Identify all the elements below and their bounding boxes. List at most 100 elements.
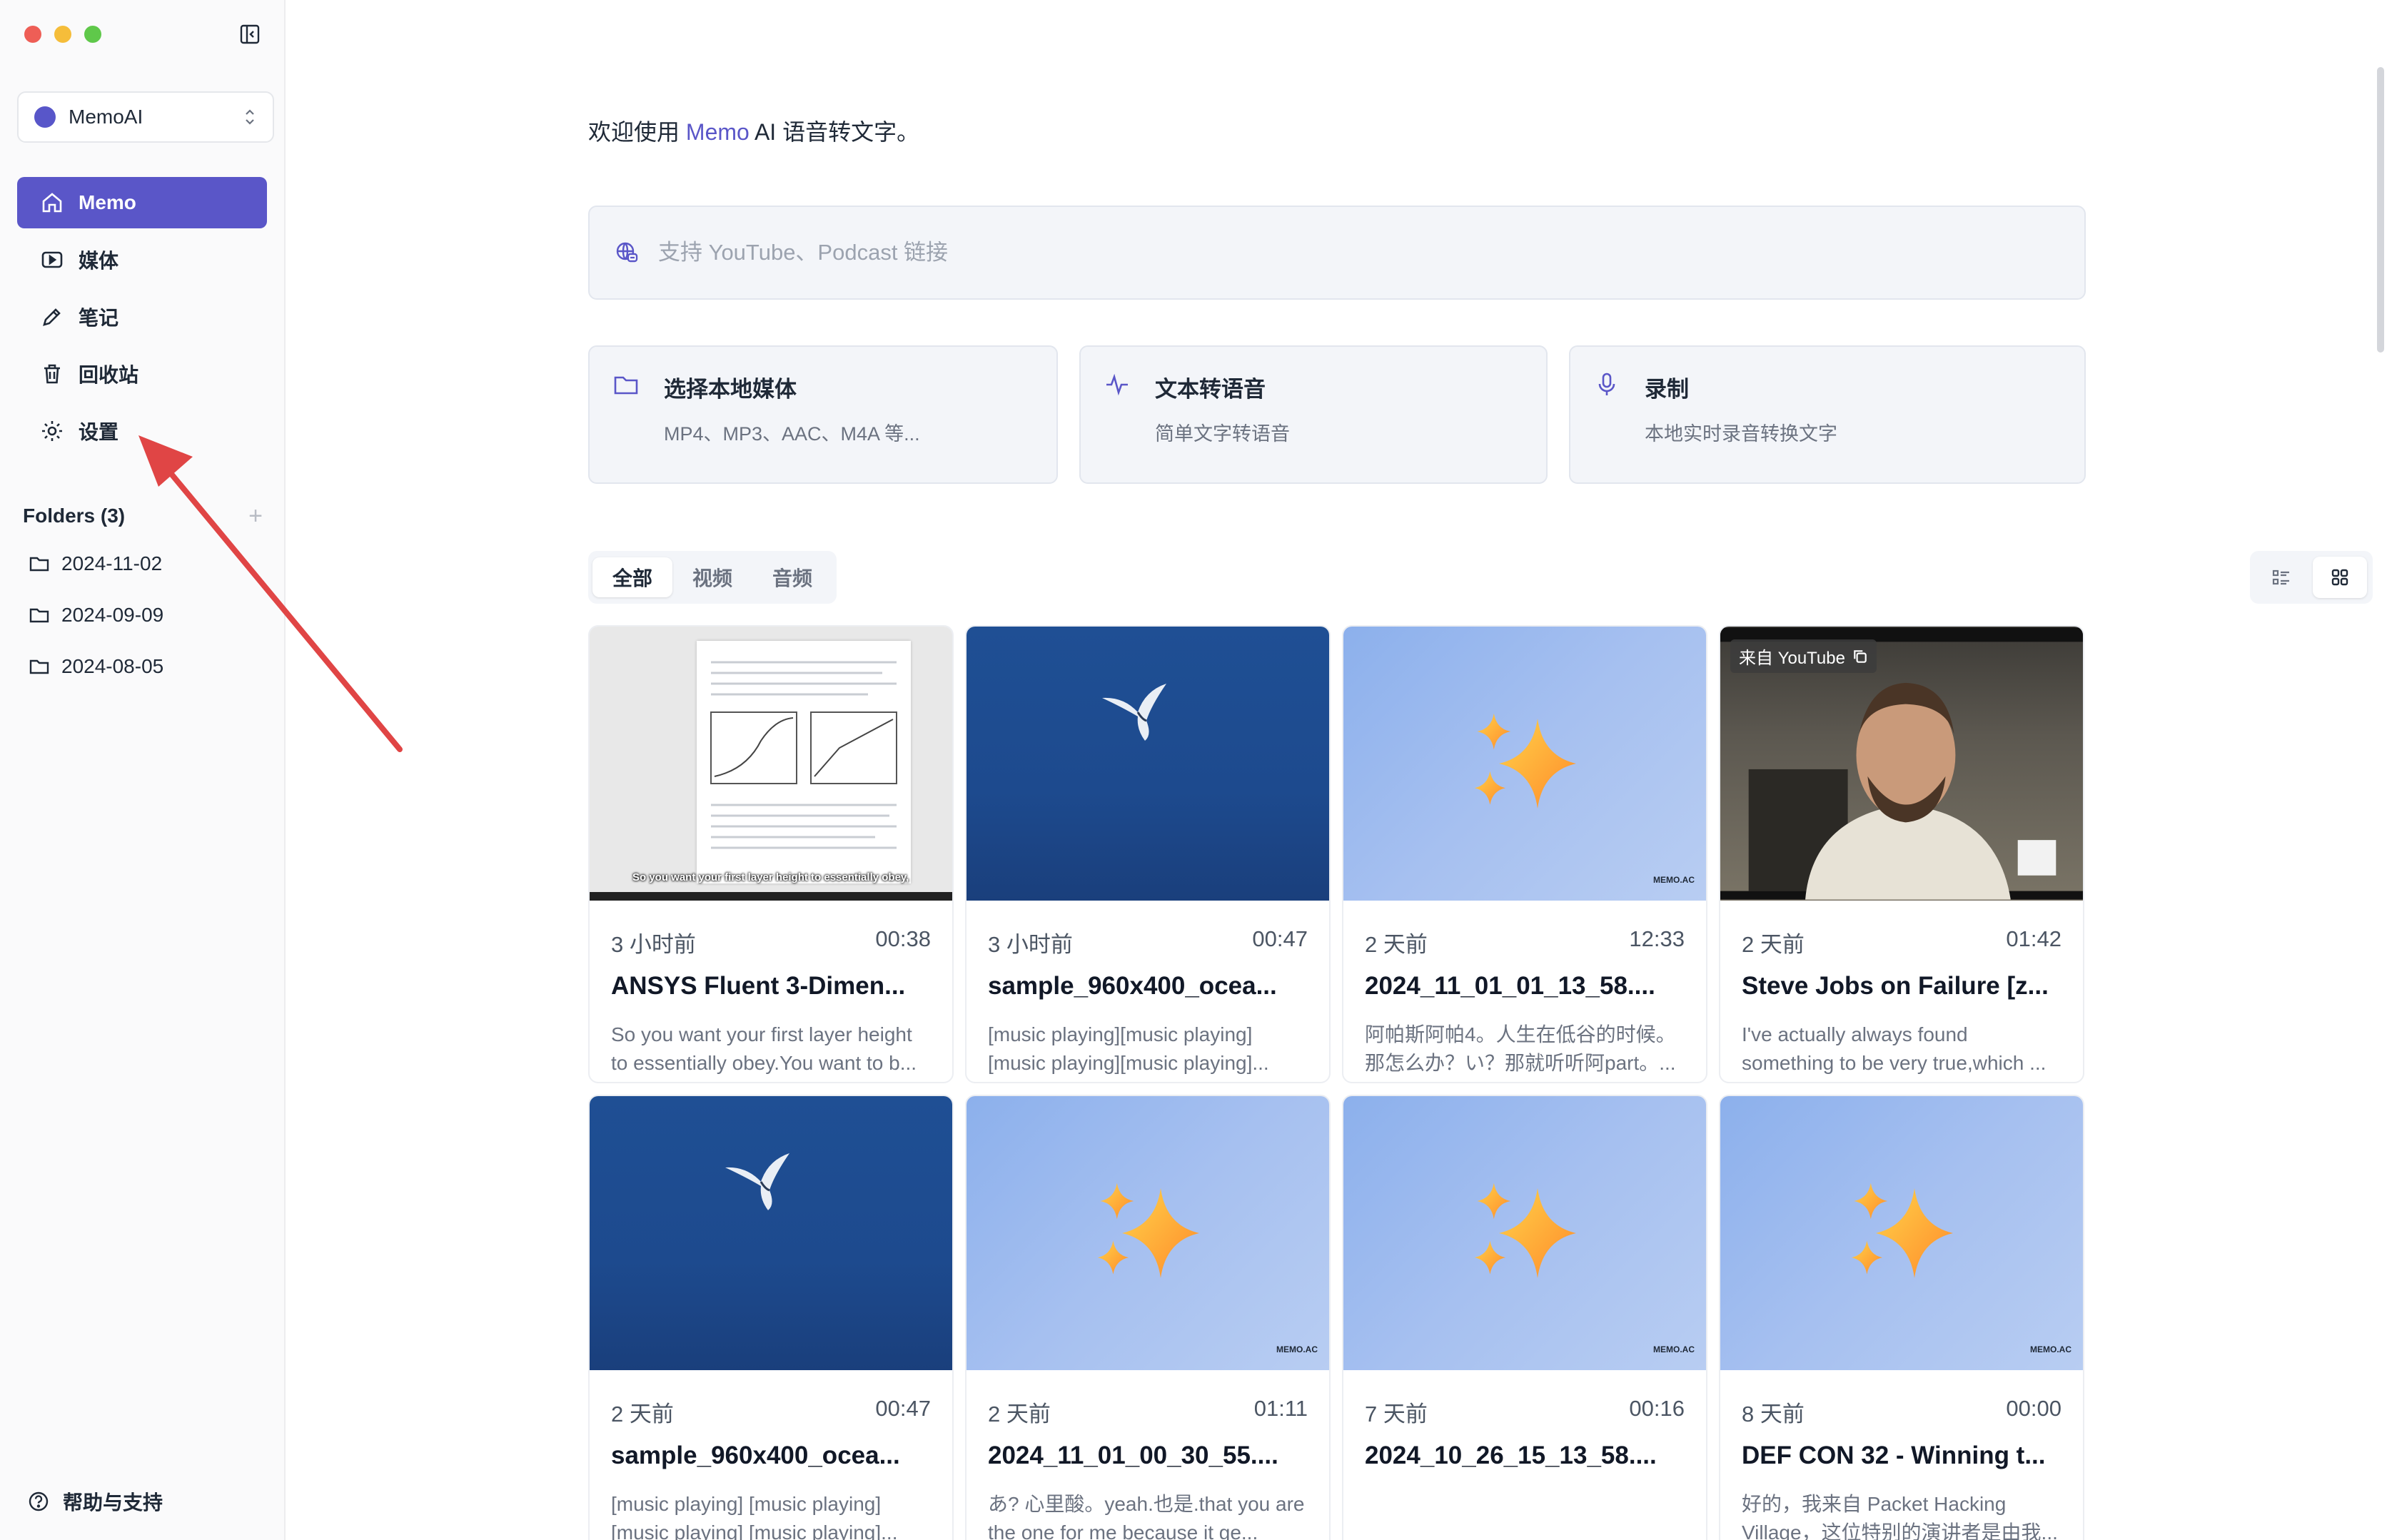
- card-time-ago: 3 小时前: [988, 932, 1073, 957]
- card-meta: 3 小时前 00:38: [611, 926, 931, 958]
- media-card[interactable]: So you want your first layer height to e…: [588, 625, 954, 1083]
- card-time-ago: 3 小时前: [611, 932, 696, 957]
- media-card[interactable]: 3 小时前 00:47 sample_960x400_ocea... [music p…: [965, 625, 1331, 1083]
- minimize-window-button[interactable]: [54, 26, 71, 43]
- card-meta: 8 天前 00:00: [1742, 1396, 2062, 1428]
- card-meta: 3 小时前 00:47: [988, 926, 1308, 958]
- media-thumbnail: MEMO.AC: [1720, 1096, 2083, 1370]
- media-card[interactable]: MEMO.AC 7 天前 00:16 2024_10_26_15_13_58....: [1342, 1095, 1707, 1540]
- sparkle-icon: [1097, 1182, 1199, 1278]
- memo-watermark: MEMO.AC: [1653, 1344, 1695, 1354]
- media-thumbnail: MEMO.AC: [967, 1096, 1329, 1370]
- card-duration: 00:16: [1629, 1396, 1685, 1421]
- action-subtitle: 本地实时录音转换文字: [1645, 423, 1837, 445]
- home-icon: [42, 193, 62, 213]
- card-description: 阿帕斯阿帕4。人生在低谷的时候。那怎么办？い？那就听听阿part。...: [1365, 1023, 1676, 1074]
- folder-icon: [614, 376, 638, 395]
- sidebar-item-label: 笔记: [79, 307, 119, 329]
- window-controls: [24, 26, 101, 43]
- card-duration: 00:00: [2006, 1396, 2062, 1421]
- card-meta: 2 天前 01:42: [1742, 926, 2062, 958]
- workspace-avatar: [34, 106, 56, 128]
- tab-audio[interactable]: 音频: [752, 557, 832, 597]
- media-thumbnail: [967, 627, 1329, 901]
- sidebar-item-trash[interactable]: 回收站: [17, 348, 267, 400]
- help-label: 帮助与支持: [63, 1491, 163, 1514]
- help-support-link[interactable]: 帮助与支持: [27, 1487, 163, 1516]
- sparkle-icon: [1851, 1182, 1953, 1278]
- card-time-ago: 7 天前: [1365, 1402, 1428, 1427]
- select-local-media-card[interactable]: 选择本地媒体 MP4、MP3、AAC、M4A 等...: [588, 345, 1058, 484]
- play-icon: [41, 251, 63, 268]
- workspace-selector[interactable]: MemoAI: [17, 91, 274, 143]
- card-duration: 01:11: [1253, 1396, 1308, 1421]
- welcome-prefix: 欢迎使用: [588, 119, 686, 145]
- sidebar-item-label: 设置: [79, 421, 119, 443]
- media-card[interactable]: 来自 YouTube 2 天前 01:42 Steve Jobs on Failure…: [1719, 625, 2084, 1083]
- card-description: [music playing][music playing] [music pl…: [988, 1023, 1269, 1074]
- trash-icon: [44, 364, 60, 384]
- globe-link-icon: [616, 242, 638, 263]
- list-view-button[interactable]: [2254, 557, 2308, 598]
- action-title: 选择本地媒体: [664, 377, 797, 402]
- action-subtitle: 简单文字转语音: [1155, 423, 1290, 445]
- card-duration: 12:33: [1629, 926, 1685, 951]
- help-circle-icon: [29, 1491, 49, 1511]
- microphone-icon: [1598, 373, 1615, 395]
- card-title: DEF CON 32 - Winning t...: [1742, 1442, 2046, 1469]
- sidebar-item-notes[interactable]: 笔记: [17, 291, 267, 343]
- chevron-up-down-icon: [246, 109, 254, 125]
- view-toggle: [2250, 551, 2373, 604]
- action-title: 录制: [1645, 377, 1689, 402]
- card-title: 2024_11_01_01_13_58....: [1365, 972, 1655, 1000]
- media-card[interactable]: 2 天前 00:47 sample_960x400_ocea... [music pl…: [588, 1095, 954, 1540]
- sparkle-icon: [1474, 713, 1576, 809]
- media-card[interactable]: MEMO.AC 2 天前 01:11 2024_11_01_00_30_55.... あ…: [965, 1095, 1331, 1540]
- list-view-icon: [2272, 569, 2289, 585]
- card-description: [music playing] [music playing] [music p…: [611, 1493, 898, 1540]
- action-title: 文本转语音: [1155, 377, 1266, 402]
- card-time-ago: 2 天前: [1365, 932, 1428, 957]
- card-time-ago: 2 天前: [1742, 932, 1805, 957]
- welcome-suffix: AI 语音转文字。: [749, 119, 920, 145]
- grid-view-icon: [2331, 569, 2348, 586]
- quick-actions: 选择本地媒体 MP4、MP3、AAC、M4A 等... 文本转语音 简单文字转语…: [588, 345, 2086, 484]
- card-time-ago: 8 天前: [1742, 1402, 1805, 1427]
- zoom-window-button[interactable]: [84, 26, 101, 43]
- link-input-box[interactable]: [588, 206, 2086, 300]
- main-content: 欢迎使用 Memo AI 语音转文字。 选择本地媒体 MP4、MP3、AAC、M…: [287, 0, 2387, 1540]
- welcome-brand: Memo: [685, 119, 750, 145]
- sparkle-icon: [1474, 1182, 1576, 1278]
- pencil-icon: [43, 308, 61, 326]
- grid-view-button[interactable]: [2313, 557, 2367, 598]
- badge-label: 来自 YouTube: [1739, 649, 1845, 668]
- waveform-icon: [1106, 373, 1128, 396]
- close-window-button[interactable]: [24, 26, 41, 43]
- sidebar-item-label: 回收站: [79, 364, 139, 386]
- memo-watermark: MEMO.AC: [1276, 1344, 1318, 1354]
- sidebar-item-media[interactable]: 媒体: [17, 234, 267, 285]
- card-duration: 00:47: [1252, 926, 1308, 951]
- text-to-speech-card[interactable]: 文本转语音 简单文字转语音: [1079, 345, 1548, 484]
- link-input[interactable]: [658, 240, 2014, 265]
- record-card[interactable]: 录制 本地实时录音转换文字: [1569, 345, 2086, 484]
- tab-all[interactable]: 全部: [592, 557, 673, 597]
- media-grid: So you want your first layer height to e…: [588, 625, 2090, 1540]
- card-description: あ? 心里酸。yeah.也是.that you are the one for …: [988, 1493, 1305, 1540]
- welcome-text: 欢迎使用 Memo AI 语音转文字。: [588, 114, 919, 147]
- media-card[interactable]: MEMO.AC 2 天前 12:33 2024_11_01_01_13_58.... 阿…: [1342, 625, 1707, 1083]
- tab-video[interactable]: 视频: [672, 557, 752, 597]
- youtube-source-badge[interactable]: 来自 YouTube: [1730, 639, 1877, 673]
- scrollbar[interactable]: [2377, 67, 2384, 353]
- media-thumbnail: MEMO.AC: [1343, 627, 1706, 901]
- seabird-image: [725, 1153, 789, 1210]
- sidebar-item-memo[interactable]: Memo: [17, 177, 267, 228]
- video-caption: So you want your first layer height to e…: [632, 871, 909, 883]
- card-description: I've actually always found something to …: [1742, 1023, 2047, 1074]
- card-duration: 01:42: [2006, 926, 2062, 951]
- card-duration: 00:38: [875, 926, 931, 951]
- document-preview-image: [697, 641, 911, 883]
- media-thumbnail: [590, 1096, 952, 1370]
- media-card[interactable]: MEMO.AC 8 天前 00:00 DEF CON 32 - Winning t..…: [1719, 1095, 2084, 1540]
- sidebar-toggle-icon[interactable]: [238, 23, 261, 46]
